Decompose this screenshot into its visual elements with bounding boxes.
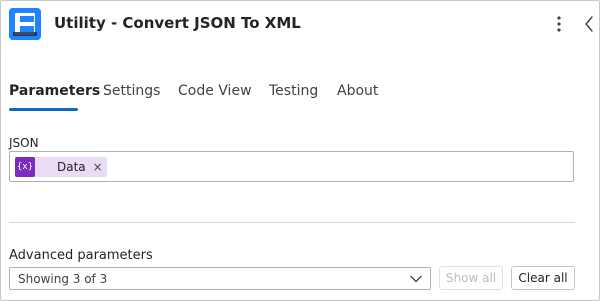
tab-code-view[interactable]: Code View <box>178 80 252 102</box>
tab-parameters[interactable]: Parameters <box>9 80 100 102</box>
variable-icon: {x} <box>15 157 35 177</box>
tab-testing[interactable]: Testing <box>269 80 318 102</box>
token-remove-button[interactable]: × <box>93 157 103 177</box>
chevron-down-icon <box>408 271 424 287</box>
tab-about[interactable]: About <box>337 80 378 102</box>
advanced-parameters-label: Advanced parameters <box>9 248 153 263</box>
active-tab-indicator <box>9 108 78 111</box>
dynamic-content-token[interactable]: {x} Data × <box>15 157 107 177</box>
section-divider <box>9 222 575 223</box>
tab-settings[interactable]: Settings <box>103 80 160 102</box>
dropdown-value: Showing 3 of 3 <box>18 271 108 286</box>
json-field-label: JSON <box>9 136 39 150</box>
token-label: Data <box>57 160 86 174</box>
show-all-button[interactable]: Show all <box>439 266 503 290</box>
chevron-left-icon <box>585 16 593 32</box>
clear-all-button[interactable]: Clear all <box>511 266 575 290</box>
collapse-panel-button[interactable] <box>580 14 598 34</box>
json-input[interactable]: {x} Data × <box>9 151 574 182</box>
advanced-parameters-dropdown[interactable]: Showing 3 of 3 <box>9 267 431 290</box>
utility-app-icon <box>9 8 41 40</box>
page-title: Utility - Convert JSON To XML <box>54 14 301 32</box>
more-options-button[interactable] <box>550 14 568 34</box>
more-vertical-icon <box>557 16 561 32</box>
